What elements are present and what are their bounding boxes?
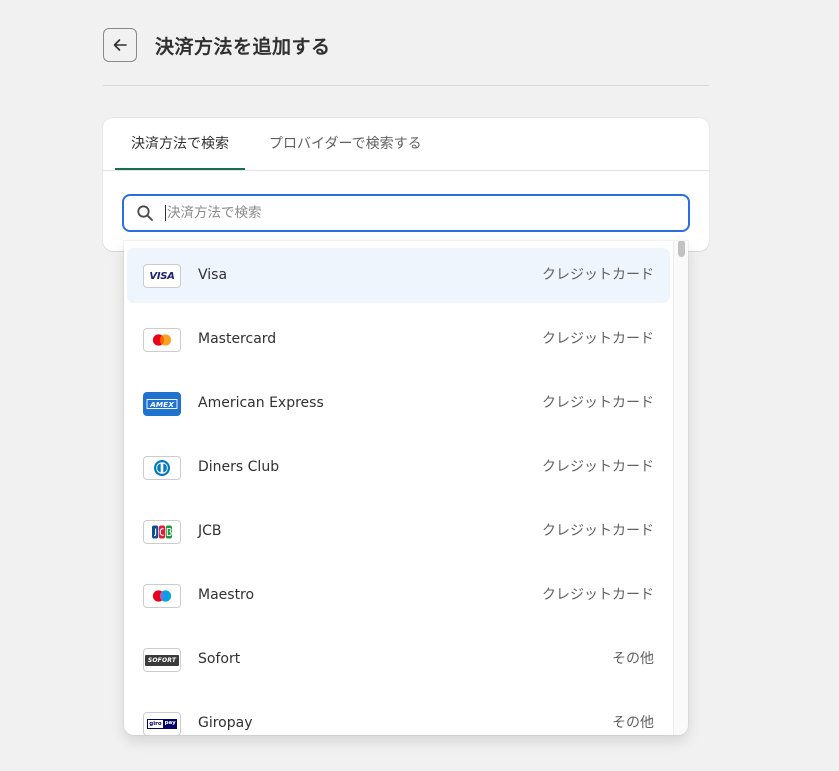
amex-logo-text: AMEX <box>149 400 174 409</box>
search-card: 決済方法で検索 プロバイダーで検索する <box>103 118 709 251</box>
mastercard-logo-icon <box>143 328 181 352</box>
back-button[interactable] <box>103 28 137 62</box>
list-item-name: Mastercard <box>198 331 277 347</box>
page-title: 決済方法を追加する <box>155 35 331 58</box>
tab-bar: 決済方法で検索 プロバイダーで検索する <box>103 118 709 171</box>
list-item-category: クレジットカード <box>542 459 654 475</box>
list-item-name: Diners Club <box>198 459 280 475</box>
list-item-diners-club[interactable]: Diners Club クレジットカード <box>127 440 670 495</box>
tab-search-by-method[interactable]: 決済方法で検索 <box>131 118 229 170</box>
list-item-category: クレジットカード <box>542 587 654 603</box>
giropay-logo-text-right: pay <box>163 719 177 729</box>
list-item-visa[interactable]: VISA Visa クレジットカード <box>127 248 670 303</box>
giropay-logo-text-left: giro <box>147 719 164 729</box>
visa-logo-icon: VISA <box>143 264 181 288</box>
list-item-name: Maestro <box>198 587 255 603</box>
sofort-logo-icon: SOFORT <box>143 648 181 672</box>
list-item-name: American Express <box>198 395 324 411</box>
list-item-giropay[interactable]: giro pay Giropay その他 <box>127 696 670 735</box>
jcb-logo-icon <box>143 520 181 544</box>
list-item-category: クレジットカード <box>542 523 654 539</box>
list-item-category: その他 <box>612 651 654 667</box>
sofort-logo-text: SOFORT <box>144 654 180 666</box>
text-caret <box>165 205 166 221</box>
list-item-name: Giropay <box>198 715 253 731</box>
dropdown-scrollbar[interactable] <box>673 241 688 735</box>
list-item-category: クレジットカード <box>542 331 654 347</box>
header-divider <box>103 85 709 86</box>
giropay-logo-icon: giro pay <box>143 712 181 735</box>
tab-search-by-provider[interactable]: プロバイダーで検索する <box>269 118 422 170</box>
search-input[interactable] <box>167 205 647 221</box>
arrow-left-icon <box>113 39 127 51</box>
diners-club-logo-icon <box>143 456 181 480</box>
list-item-category: クレジットカード <box>542 395 654 411</box>
list-item-maestro[interactable]: Maestro クレジットカード <box>127 568 670 623</box>
scrollbar-thumb[interactable] <box>678 241 685 257</box>
page-header: 決済方法を追加する <box>103 28 331 62</box>
list-item-category: その他 <box>612 715 654 731</box>
search-icon <box>136 204 154 222</box>
list-item-sofort[interactable]: SOFORT Sofort その他 <box>127 632 670 687</box>
visa-logo-text: VISA <box>149 270 175 282</box>
maestro-logo-icon <box>143 584 181 608</box>
list-item-mastercard[interactable]: Mastercard クレジットカード <box>127 312 670 367</box>
list-item-american-express[interactable]: AMEX American Express クレジットカード <box>127 376 670 431</box>
list-item-name: JCB <box>198 523 222 539</box>
active-tab-indicator <box>115 168 245 170</box>
payment-method-dropdown: VISA Visa クレジットカード Mastercard クレジットカード A… <box>124 241 688 735</box>
search-field[interactable] <box>122 194 690 232</box>
list-item-name: Visa <box>198 267 228 283</box>
list-item-jcb[interactable]: JCB クレジットカード <box>127 504 670 559</box>
amex-logo-icon: AMEX <box>143 392 181 416</box>
list-item-category: クレジットカード <box>542 267 654 283</box>
list-item-name: Sofort <box>198 651 241 667</box>
